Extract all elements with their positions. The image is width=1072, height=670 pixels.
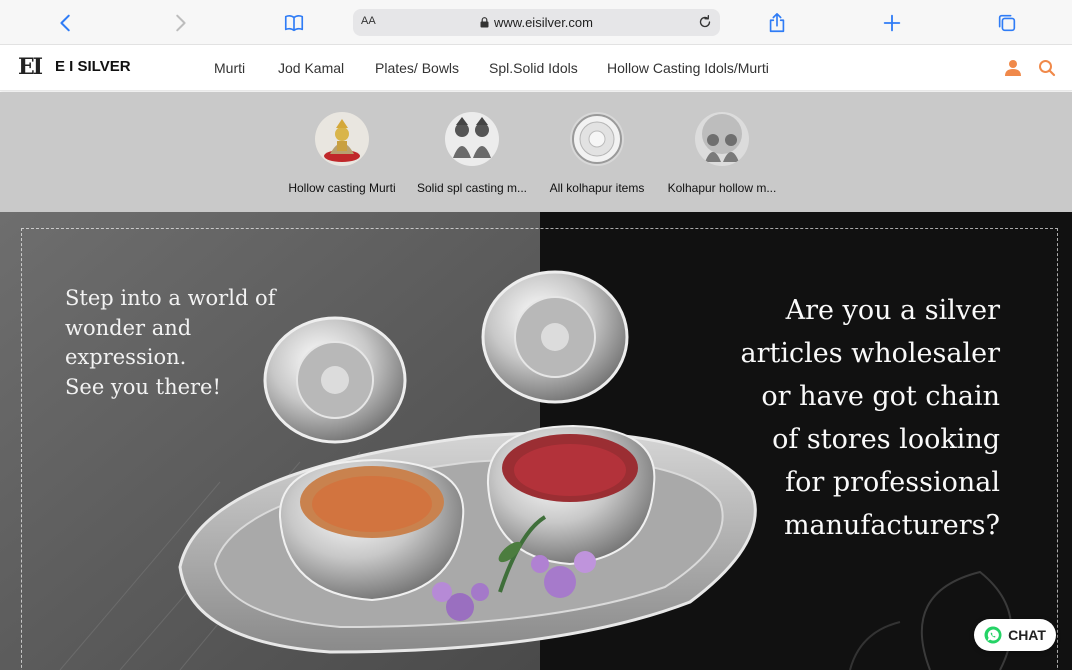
chat-label: CHAT — [1008, 627, 1046, 643]
lock-icon — [480, 17, 489, 28]
category-label: Hollow casting Murti — [288, 181, 396, 195]
category-thumb — [445, 112, 499, 166]
category-strip: Hollow casting Murti Solid spl casting m… — [0, 92, 1072, 212]
hero-left-line: Step into a world of — [65, 286, 276, 310]
search-icon[interactable] — [1037, 58, 1057, 78]
hero-banner[interactable]: Step into a world of wonder and expressi… — [0, 212, 1072, 670]
url-text: www.eisilver.com — [494, 15, 593, 30]
category-label: Kolhapur hollow m... — [667, 181, 777, 195]
category-solid-spl-casting[interactable]: Solid spl casting m... — [407, 112, 537, 195]
nav-item-spl-solid-idols[interactable]: Spl.Solid Idols — [489, 60, 578, 76]
reload-icon[interactable] — [696, 13, 714, 31]
plate-thumbnail — [570, 112, 624, 166]
hero-right-text: Are you a silver articles wholesaler or … — [700, 289, 1000, 547]
hero-right-line: for professional — [785, 467, 1000, 498]
hero-left-line: See you there! — [65, 374, 221, 399]
logo-mark[interactable]: EI — [18, 55, 46, 79]
forward-button[interactable] — [166, 9, 194, 37]
share-icon — [769, 13, 785, 33]
browser-toolbar: AA www.eisilver.com — [0, 0, 1072, 45]
forward-icon — [176, 14, 186, 32]
category-label: All kolhapur items — [549, 181, 645, 195]
hero-right-line: manufacturers? — [783, 510, 1000, 541]
hero-left-text: Step into a world of wonder and expressi… — [65, 284, 325, 402]
hero-right-line: of stores looking — [772, 424, 1000, 455]
account-icon[interactable] — [1003, 58, 1023, 78]
nav-item-murti[interactable]: Murti — [214, 60, 245, 76]
category-hollow-casting-murti[interactable]: Hollow casting Murti — [277, 112, 407, 195]
idol-pair-thumbnail — [445, 112, 499, 166]
category-label: Solid spl casting m... — [416, 181, 528, 195]
new-tab-icon — [883, 14, 901, 32]
address-bar[interactable]: AA www.eisilver.com — [353, 9, 720, 36]
hero-right-line: articles wholesaler — [740, 338, 1000, 369]
category-kolhapur-hollow[interactable]: Kolhapur hollow m... — [657, 112, 787, 195]
back-button[interactable] — [52, 9, 80, 37]
hero-left-line: expression. — [65, 345, 187, 369]
chat-button[interactable]: CHAT — [974, 619, 1056, 651]
whatsapp-icon — [984, 626, 1002, 644]
bookmarks-icon — [284, 15, 304, 32]
hero-left-line: wonder and — [65, 315, 192, 340]
bookmarks-button[interactable] — [280, 9, 308, 37]
nav-item-hollow-casting[interactable]: Hollow Casting Idols/Murti — [607, 60, 769, 76]
logo-text[interactable]: E I SILVER — [55, 58, 131, 75]
tabs-icon — [998, 14, 1016, 32]
idol-pair-thumbnail — [695, 112, 749, 166]
category-thumb — [570, 112, 624, 166]
site-header: EI E I SILVER Murti Jod Kamal Plates/ Bo… — [0, 45, 1072, 91]
nav-item-jod-kamal[interactable]: Jod Kamal — [278, 60, 344, 76]
new-tab-button[interactable] — [878, 9, 906, 37]
idol-thumbnail — [315, 112, 369, 166]
tabs-overview-button[interactable] — [993, 9, 1021, 37]
share-button[interactable] — [763, 9, 791, 37]
category-thumb — [315, 112, 369, 166]
nav-item-plates-bowls[interactable]: Plates/ Bowls — [375, 60, 459, 76]
category-thumb — [695, 112, 749, 166]
hero-right-line: or have got chain — [761, 381, 1000, 412]
back-icon — [60, 14, 70, 32]
category-all-kolhapur-items[interactable]: All kolhapur items — [532, 112, 662, 195]
hero-right-line: Are you a silver — [785, 295, 1000, 326]
